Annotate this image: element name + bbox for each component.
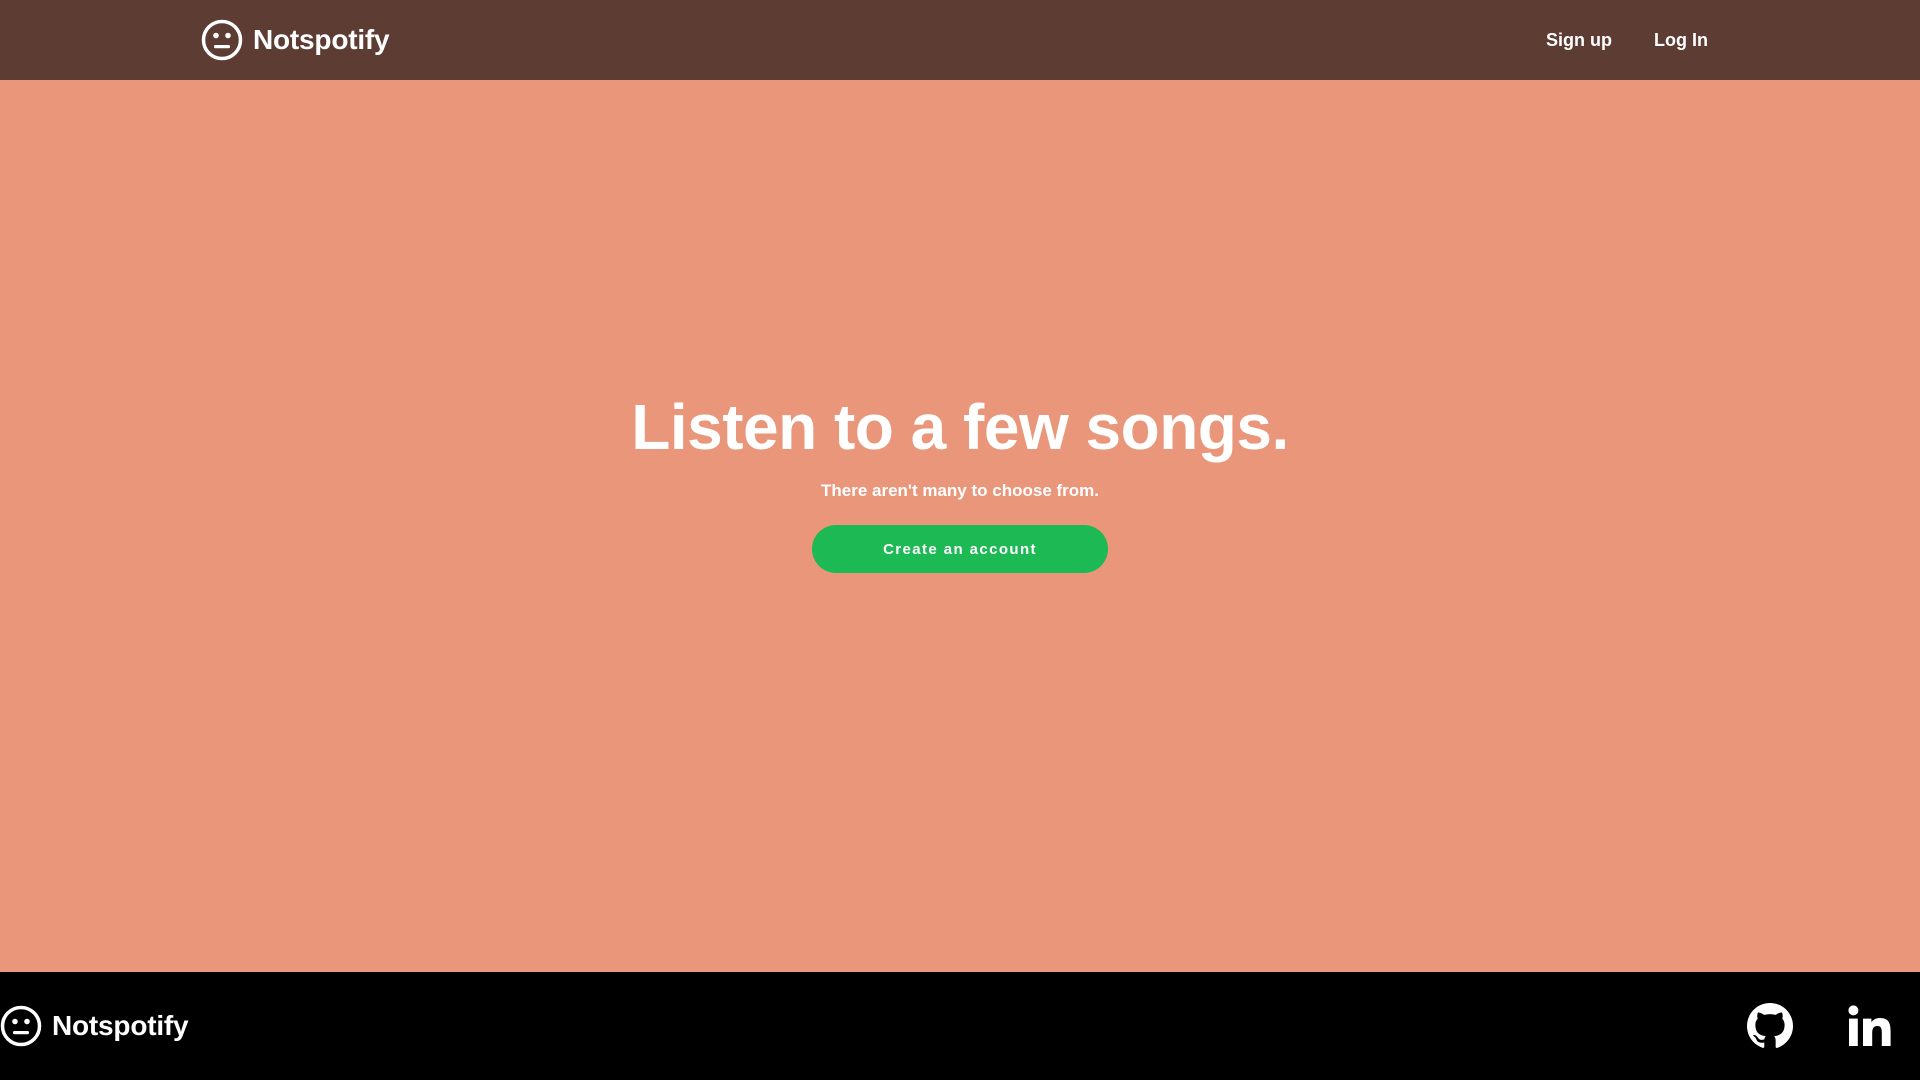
brand-name: Notspotify (253, 24, 390, 55)
nav-links: Sign up Log In (1546, 0, 1708, 80)
footer: Notspotify (0, 972, 1920, 1080)
footer-brand-logo[interactable]: Notspotify (0, 1005, 189, 1047)
brand-logo-link[interactable]: Notspotify (201, 19, 390, 61)
github-link[interactable] (1746, 1002, 1794, 1050)
top-navbar: Notspotify Sign up Log In (0, 0, 1920, 80)
github-icon (1747, 1003, 1793, 1048)
neutral-face-icon (0, 1005, 42, 1047)
footer-brand-name: Notspotify (52, 1010, 189, 1041)
linkedin-link[interactable] (1845, 1002, 1893, 1050)
create-account-button[interactable]: Create an account (812, 525, 1108, 573)
login-link[interactable]: Log In (1654, 30, 1708, 51)
hero-title: Listen to a few songs. (631, 391, 1289, 463)
hero-subtitle: There aren't many to choose from. (821, 481, 1099, 500)
linkedin-icon (1848, 1005, 1891, 1046)
signup-link[interactable]: Sign up (1546, 30, 1612, 51)
neutral-face-icon (201, 19, 243, 61)
hero-section: Listen to a few songs. There aren't many… (0, 80, 1920, 972)
